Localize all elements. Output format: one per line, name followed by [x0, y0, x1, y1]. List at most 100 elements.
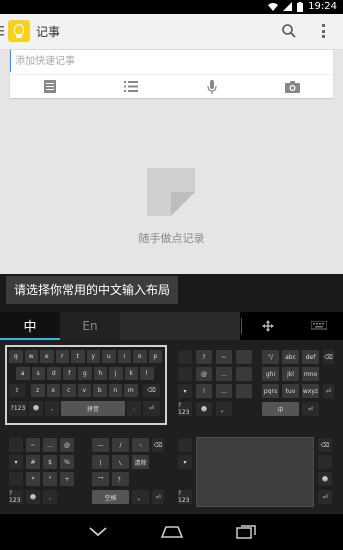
- preview-key: o: [133, 350, 147, 363]
- preview-key: h: [93, 367, 107, 380]
- preview-key: …: [216, 367, 232, 381]
- preview-key: ⇧: [9, 384, 25, 397]
- home-button[interactable]: [160, 523, 184, 541]
- preview-key: abc: [282, 350, 299, 364]
- preview-key: +: [60, 472, 74, 486]
- preview-key: %: [60, 455, 74, 469]
- preview-key: [9, 472, 23, 486]
- preview-key: #: [26, 455, 40, 469]
- tab-chinese[interactable]: 中: [0, 312, 60, 340]
- overflow-menu-icon[interactable]: [318, 22, 328, 40]
- preview-key: 拼音: [61, 401, 125, 416]
- preview-key: @: [196, 367, 212, 381]
- status-icons: 19:24: [268, 1, 337, 12]
- preview-key: d: [47, 367, 61, 380]
- wifi-icon: [268, 3, 279, 11]
- preview-key: [236, 367, 252, 381]
- notes-content: 随手做点记录: [0, 50, 343, 310]
- preview-key: $: [43, 455, 57, 469]
- layout-picker: q w e r t y u i o p a s d f g h j k l ⇧ z x c v b n m ⌫ ?123 ☻, 拼音. ⏎ ?…: [0, 340, 343, 514]
- preview-key: ?123: [178, 490, 192, 504]
- preview-key: 中: [262, 402, 299, 416]
- layout-option-qwerty[interactable]: q w e r t y u i o p a s d f g h j k l ⇧ z x c v b n m ⌫ ?123 ☻, 拼音. ⏎: [5, 345, 167, 425]
- preview-key: .: [127, 401, 141, 416]
- preview-key: s: [31, 367, 45, 380]
- preview-key: [9, 438, 23, 452]
- preview-key: p: [148, 350, 162, 363]
- preview-key: @: [60, 438, 74, 452]
- preview-key: i: [117, 350, 131, 363]
- back-chevron-icon: [89, 527, 107, 537]
- preview-key: ?: [196, 350, 212, 364]
- search-icon[interactable]: [281, 23, 297, 39]
- preview-key: k: [124, 367, 138, 380]
- preview-key: ☻: [318, 472, 332, 486]
- preview-key: 空格: [92, 490, 129, 504]
- note-toolbar: [10, 74, 333, 98]
- quick-note-card: [10, 50, 333, 98]
- preview-key: n: [108, 384, 122, 397]
- preview-key: t: [71, 350, 85, 363]
- keyboard-hide-icon[interactable]: [311, 321, 327, 331]
- back-button[interactable]: [86, 523, 110, 541]
- app-logo-icon[interactable]: [8, 20, 30, 42]
- preview-key: 清除: [132, 455, 149, 469]
- preview-key: [236, 350, 252, 364]
- preview-key: [318, 455, 332, 469]
- layout-tooltip: 请选择你常用的中文输入布局: [6, 276, 179, 304]
- preview-key: r: [55, 350, 69, 363]
- camera-icon: [285, 80, 301, 93]
- battery-icon: [297, 1, 304, 12]
- preview-key: ▾: [178, 455, 192, 469]
- preview-key: [178, 350, 192, 364]
- status-bar: 19:24: [0, 0, 343, 14]
- ime-keyboard: 请选择你常用的中文输入布局 中 En q w e r t y u i o p a s d f g h j k l ⇧ z…: [0, 274, 343, 514]
- preview-key: j: [109, 367, 123, 380]
- preview-key: ⏎: [323, 384, 334, 398]
- preview-key: f: [62, 367, 76, 380]
- empty-note-icon: [147, 168, 195, 216]
- text-note-button[interactable]: [10, 75, 91, 98]
- layout-option-nine-key[interactable]: ? ~ "/abc def @ … ghi jkl mno ▾! … pqrs tuv wxyz ?123 ☻…: [176, 346, 336, 424]
- preview-key: y: [86, 350, 100, 363]
- preview-key: w: [24, 350, 38, 363]
- preview-key: wxyz: [302, 384, 319, 398]
- preview-key: u: [102, 350, 116, 363]
- preview-key: …: [216, 384, 232, 398]
- drawer-icon[interactable]: [0, 26, 5, 36]
- tab-english[interactable]: En: [60, 312, 120, 340]
- preview-key: mno: [302, 367, 319, 381]
- photo-note-button[interactable]: [252, 75, 333, 98]
- preview-key: m: [124, 384, 138, 397]
- navigation-bar: [0, 514, 343, 550]
- preview-key: !: [196, 384, 212, 398]
- preview-key: [236, 384, 252, 398]
- move-keyboard-icon[interactable]: [262, 320, 274, 332]
- preview-key: ⌫: [143, 384, 160, 397]
- recents-icon: [236, 525, 256, 539]
- preview-key: —: [92, 438, 109, 452]
- preview-key: ,: [43, 490, 57, 504]
- layout-option-handwriting[interactable]: ▾ ?123 ⌫ ☻ ⏎: [176, 434, 336, 512]
- preview-key: 。: [216, 402, 232, 416]
- preview-key: ⏎: [152, 490, 164, 504]
- preview-key: ☻: [26, 490, 40, 504]
- preview-key: ~: [26, 438, 40, 452]
- list-note-button[interactable]: [91, 75, 172, 98]
- preview-key: ghi: [262, 367, 279, 381]
- recents-button[interactable]: [234, 523, 258, 541]
- preview-key: ⌫: [323, 350, 334, 364]
- preview-key: ?123: [9, 401, 27, 416]
- quick-note-input[interactable]: [10, 50, 333, 72]
- preview-key: ？: [112, 472, 129, 486]
- preview-key: jkl: [282, 367, 299, 381]
- preview-key: ,: [45, 401, 59, 416]
- empty-state-text: 随手做点记录: [138, 232, 205, 245]
- layout-option-stroke[interactable]: ~… @ — / 丶 ▾ # $% 丨㇏清除 * " + 乛？ ⌫ ?123 ☻, 空格。 ⏎: [6, 434, 166, 512]
- preview-key: ☻: [196, 402, 212, 416]
- preview-key: /: [112, 438, 129, 452]
- preview-key: ㇏: [112, 455, 129, 469]
- preview-key: g: [78, 367, 92, 380]
- voice-note-button[interactable]: [172, 75, 253, 98]
- home-icon: [161, 526, 183, 538]
